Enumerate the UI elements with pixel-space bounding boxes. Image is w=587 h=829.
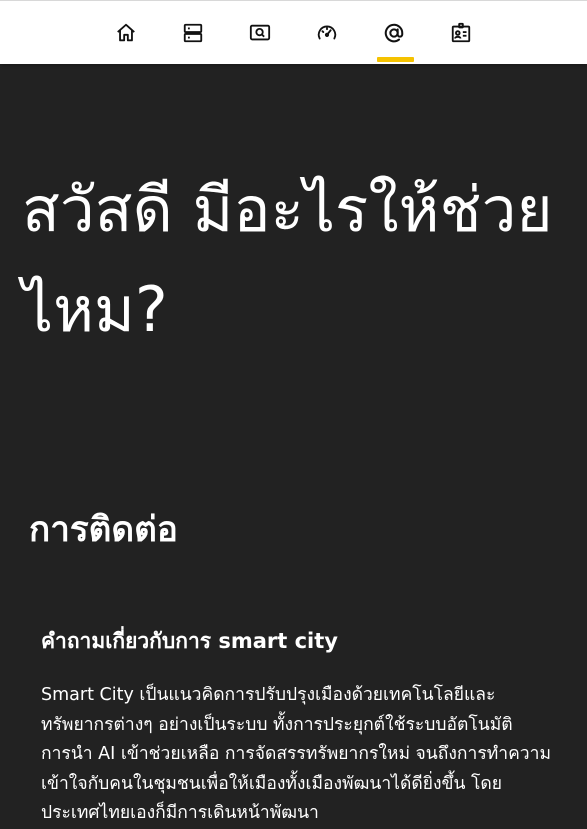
nav-servers[interactable] — [175, 17, 211, 49]
nav-dashboard[interactable] — [309, 17, 345, 49]
nav-search[interactable] — [242, 17, 278, 49]
faq-question[interactable]: คำถามเกี่ยวกับการ smart city — [41, 624, 338, 658]
active-tab-indicator — [377, 57, 414, 62]
home-icon — [117, 23, 135, 42]
at-sign-icon — [384, 23, 404, 43]
contact-section-title: การติดต่อ — [29, 510, 178, 550]
faq-answer: Smart City เป็นแนวคิดการปรับปรุงเมืองด้ว… — [41, 685, 551, 823]
nav-contact[interactable] — [376, 17, 414, 62]
gauge-speed-icon — [317, 25, 337, 40]
id-card-icon — [451, 22, 471, 43]
main-content: สวัสดี มีอะไรให้ช่วยไหม? การติดต่อ คำถาม… — [0, 64, 587, 823]
search-screen-icon — [249, 24, 271, 41]
server-list-icon — [183, 23, 203, 43]
nav-profile[interactable] — [443, 17, 479, 49]
top-navigation-bar — [0, 0, 587, 64]
hero-greeting: สวัสดี มีอะไรให้ช่วยไหม? — [22, 173, 553, 346]
nav-home[interactable] — [108, 17, 144, 49]
